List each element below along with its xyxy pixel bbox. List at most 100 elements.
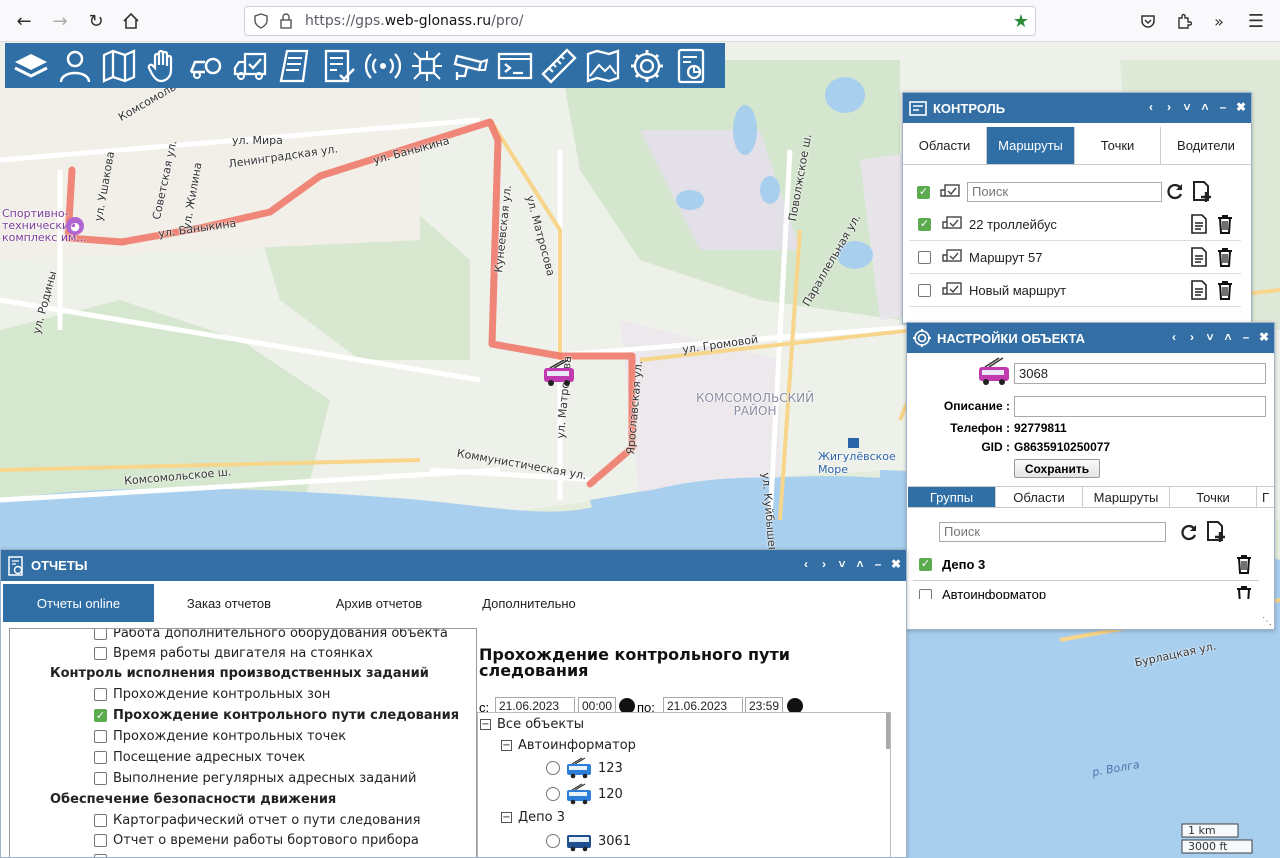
tab-areas[interactable]: Области [903,127,987,164]
report-item[interactable]: Прохождение контрольных точек [94,729,346,744]
tab-routes[interactable]: Маршруты [987,127,1075,164]
report-icon[interactable] [669,44,713,88]
tree-root[interactable]: − Все объекты [480,717,584,732]
group-delete-icon[interactable] [1235,554,1253,574]
expand-icon[interactable]: ˄ [1199,99,1211,115]
route-row[interactable]: Новый маршрут [909,274,1241,307]
terminal-icon[interactable] [493,44,537,88]
route-details-icon[interactable] [1191,280,1207,300]
close-icon[interactable]: ✖ [1235,99,1247,115]
refresh-icon[interactable] [1179,522,1199,547]
address-bar[interactable]: https://gps.web-glonass.ru/pro/ ★ [244,6,1036,36]
reports-panel-header[interactable]: ОТЧЕТЫ ‹ › ˅ ˄ – ✖ [1,550,906,581]
menu-icon[interactable]: ☰ [1242,7,1270,35]
hand-icon[interactable] [141,44,185,88]
report-checkbox[interactable] [94,629,107,640]
route-checkbox[interactable] [918,250,931,264]
report-checkbox[interactable] [94,647,107,660]
bookmark-star-icon[interactable]: ★ [1013,11,1029,32]
extensions-icon[interactable] [1170,7,1198,35]
report-item[interactable]: Прохождение контрольных зон [94,687,330,702]
collapse-icon[interactable]: ˅ [1204,329,1216,345]
tab-areas[interactable]: Области [996,487,1083,507]
user-icon[interactable] [53,44,97,88]
truck-check-icon[interactable] [229,44,273,88]
tree-collapse-icon[interactable]: − [501,740,512,751]
save-button[interactable]: Сохранить [1014,459,1100,478]
report-checkbox[interactable] [94,688,107,701]
tab-points[interactable]: Точки [1170,487,1257,507]
tab-routes[interactable]: Маршруты [1083,487,1170,507]
tree-scrollbar[interactable] [886,713,890,749]
report-checkbox[interactable] [94,854,107,857]
prev-icon[interactable]: ‹ [800,556,812,572]
close-icon[interactable]: ✖ [890,556,902,572]
checklist-icon[interactable] [317,44,361,88]
add-route-icon[interactable] [1191,180,1213,207]
add-group-icon[interactable] [1205,520,1227,547]
report-checkbox[interactable] [94,834,107,847]
lock-icon[interactable] [279,12,293,34]
minimize-icon[interactable]: – [1240,329,1252,345]
report-item[interactable]: Посещение адресных точек [94,750,305,765]
report-item[interactable]: Картографический отчет о пути следования [94,813,420,828]
tab-more[interactable]: Г [1257,487,1274,507]
group-row[interactable]: Автоинформатор [913,585,1259,599]
signal-icon[interactable] [361,44,405,88]
layers-icon[interactable] [9,44,53,88]
tree-collapse-icon[interactable]: − [480,719,491,730]
ruler-icon[interactable] [537,44,581,88]
group-row[interactable]: ✓ Депо 3 [913,548,1259,581]
tree-collapse-icon[interactable]: − [501,812,512,823]
overflow-icon[interactable]: » [1205,7,1233,35]
tab-order-reports[interactable]: Заказ отчетов [154,584,304,622]
select-all-checkbox[interactable]: ✓ [917,186,930,199]
route-row[interactable]: ✓ 22 троллейбус [909,208,1241,241]
car-settings-icon[interactable] [185,44,229,88]
tab-points[interactable]: Точки [1075,127,1161,164]
group-search-input[interactable]: Поиск [939,522,1166,542]
route-row[interactable]: Маршрут 57 [909,241,1241,274]
network-icon[interactable] [405,44,449,88]
tree-group[interactable]: − Депо 3 [501,810,565,825]
map-image-icon[interactable] [581,44,625,88]
report-item[interactable]: Время работы двигателя на стоянках [94,646,373,661]
route-details-icon[interactable] [1191,247,1207,267]
camera-icon[interactable] [449,44,493,88]
object-radio[interactable] [546,787,560,801]
gear-icon[interactable] [625,44,669,88]
object-radio[interactable] [546,834,560,848]
description-field[interactable] [1014,396,1266,417]
resize-grip-icon[interactable]: ⋱ [1262,617,1272,627]
pocket-icon[interactable] [1134,7,1162,35]
sport-poi-icon[interactable]: ◕ [66,217,84,235]
report-checkbox[interactable] [94,730,107,743]
route-checkbox[interactable] [918,283,931,297]
tab-reports-online[interactable]: Отчеты online [3,584,154,622]
route-checkbox[interactable]: ✓ [918,217,931,231]
group-checkbox[interactable]: ✓ [919,557,932,571]
object-radio[interactable] [546,761,560,775]
close-icon[interactable]: ✖ [1258,329,1270,345]
object-settings-header[interactable]: НАСТРОЙКИ ОБЪЕКТА ‹ › ˅ ˄ – ✖ [907,323,1274,353]
report-item[interactable]: Работа дополнительного оборудования объе… [94,629,448,641]
reload-icon[interactable]: ↻ [82,7,110,35]
report-checkbox[interactable] [94,751,107,764]
refresh-icon[interactable] [1165,181,1185,206]
prev-icon[interactable]: ‹ [1168,329,1180,345]
document-icon[interactable] [273,44,317,88]
expand-icon[interactable]: ˄ [854,556,866,572]
minimize-icon[interactable]: – [1217,99,1229,115]
tree-object[interactable]: 123 [546,757,623,779]
tree-object[interactable]: 3061 [546,830,631,852]
route-delete-icon[interactable] [1217,280,1233,300]
next-icon[interactable]: › [1186,329,1198,345]
tree-object[interactable]: 120 [546,783,623,805]
tab-reports-archive[interactable]: Архив отчетов [304,584,454,622]
expand-icon[interactable]: ˄ [1222,329,1234,345]
home-icon[interactable] [117,7,145,35]
forward-icon[interactable]: → [46,7,74,35]
tab-additional[interactable]: Дополнительно [454,584,604,622]
report-item-selected[interactable]: ✓ Прохождение контрольного пути следовани… [94,708,459,723]
next-icon[interactable]: › [1163,99,1175,115]
